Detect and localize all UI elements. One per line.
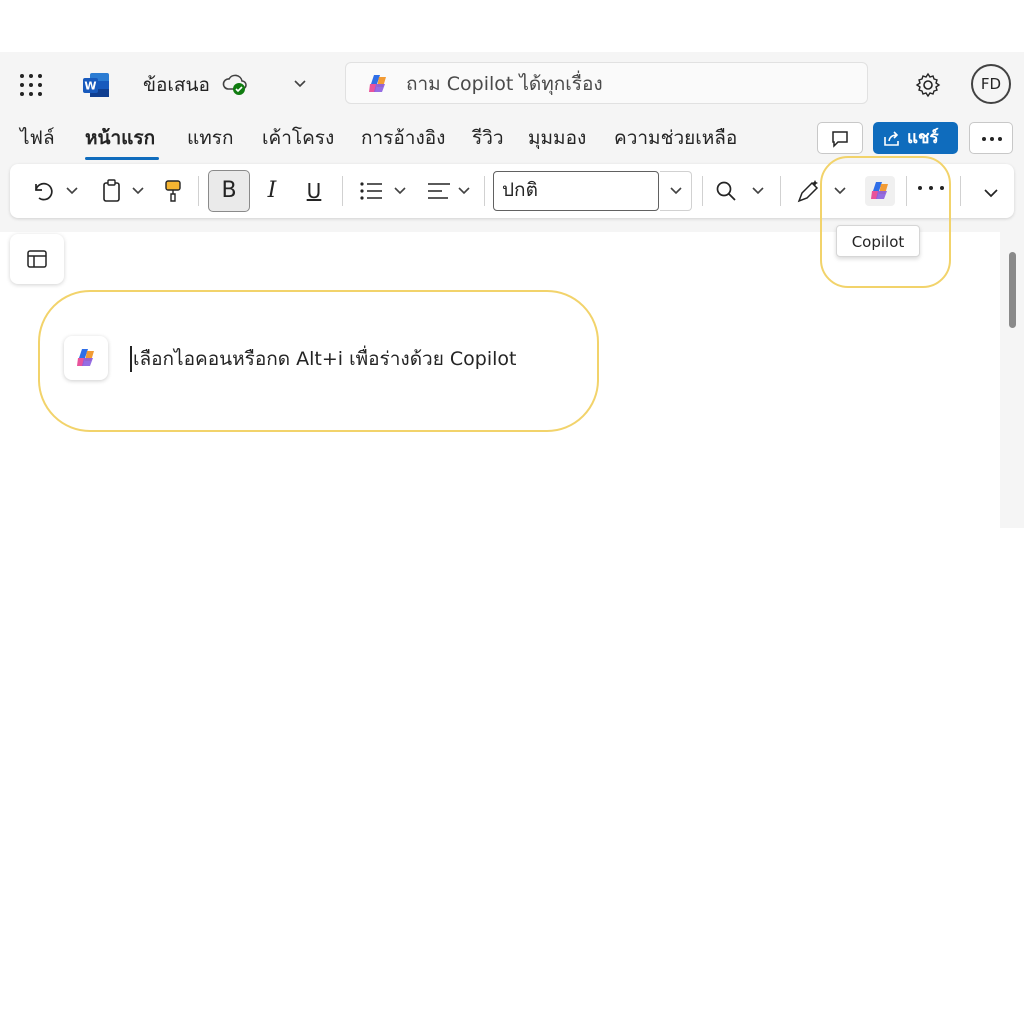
- scroll-thumb[interactable]: [1009, 252, 1016, 328]
- cloud-check-icon: [222, 74, 247, 95]
- bullet-list-icon[interactable]: [358, 178, 384, 204]
- bullets-dropdown-chevron-icon[interactable]: [392, 178, 408, 204]
- ribbon-tabs: ไฟล์ หน้าแรก แทรก เค้าโครง การอ้างอิง รี…: [0, 124, 1024, 160]
- comments-button[interactable]: [817, 122, 863, 154]
- word-logo-icon: W: [83, 73, 109, 97]
- more-options-button[interactable]: [969, 122, 1013, 154]
- tab-view[interactable]: มุมมอง: [528, 124, 586, 152]
- tab-review[interactable]: รีวิว: [472, 124, 504, 152]
- active-tab-indicator: [85, 157, 159, 160]
- format-painter-icon[interactable]: [162, 178, 184, 204]
- title-bar: W ข้อเสนอ ถาม Copilot ได้ทุกเรื่อง FD: [0, 52, 1024, 116]
- italic-button[interactable]: I: [260, 176, 284, 206]
- toolbar-separator: [960, 176, 961, 206]
- app-launcher-icon[interactable]: [20, 74, 42, 96]
- editor-pen-icon[interactable]: [796, 178, 822, 204]
- vertical-scrollbar[interactable]: [1000, 232, 1024, 528]
- ribbon-expand-chevron-icon[interactable]: [982, 178, 1000, 204]
- toolbar-separator: [342, 176, 343, 206]
- align-left-icon[interactable]: [426, 178, 452, 204]
- copilot-prompt-highlight: [38, 290, 599, 432]
- tab-references[interactable]: การอ้างอิง: [361, 124, 445, 152]
- search-placeholder: ถาม Copilot ได้ทุกเรื่อง: [406, 73, 603, 95]
- search-icon[interactable]: [714, 178, 738, 204]
- navigation-pane-icon: [27, 250, 47, 268]
- align-dropdown-chevron-icon[interactable]: [456, 178, 472, 204]
- paste-dropdown-chevron-icon[interactable]: [130, 178, 146, 204]
- chevron-down-icon[interactable]: [292, 78, 308, 90]
- style-select[interactable]: ปกติ: [493, 171, 659, 211]
- share-icon: [884, 131, 899, 146]
- copilot-tooltip: Copilot: [836, 225, 920, 257]
- copilot-button-highlight: [820, 156, 951, 288]
- toolbar-separator: [780, 176, 781, 206]
- tab-help[interactable]: ความช่วยเหลือ: [614, 124, 737, 152]
- comment-icon: [832, 131, 848, 148]
- underline-button[interactable]: U: [302, 176, 326, 206]
- toolbar-separator: [484, 176, 485, 206]
- tab-home[interactable]: หน้าแรก: [85, 124, 155, 152]
- chevron-down-icon: [670, 187, 682, 195]
- bold-button[interactable]: B: [208, 170, 250, 212]
- tab-insert[interactable]: แทรก: [187, 124, 233, 152]
- toolbar-separator: [198, 176, 199, 206]
- gear-icon[interactable]: [915, 72, 941, 98]
- style-dropdown-button[interactable]: [660, 171, 692, 211]
- tab-layout[interactable]: เค้าโครง: [262, 124, 334, 152]
- copilot-search-input[interactable]: ถาม Copilot ได้ทุกเรื่อง: [345, 62, 868, 104]
- clipboard-icon[interactable]: [100, 178, 124, 204]
- svg-text:W: W: [84, 80, 96, 93]
- document-title[interactable]: ข้อเสนอ: [143, 72, 210, 98]
- undo-dropdown-chevron-icon[interactable]: [64, 178, 80, 204]
- copilot-icon: [369, 75, 386, 92]
- share-button[interactable]: แชร์: [873, 122, 958, 154]
- more-icon: [982, 137, 1002, 141]
- find-dropdown-chevron-icon[interactable]: [750, 178, 766, 204]
- navigation-pane-button[interactable]: [10, 234, 64, 284]
- tab-file[interactable]: ไฟล์: [20, 124, 55, 152]
- toolbar-separator: [702, 176, 703, 206]
- share-label: แชร์: [907, 128, 939, 148]
- undo-icon[interactable]: [30, 178, 56, 204]
- avatar[interactable]: FD: [971, 64, 1011, 104]
- word-app-window: W ข้อเสนอ ถาม Copilot ได้ทุกเรื่อง FD ไฟ…: [0, 52, 1024, 528]
